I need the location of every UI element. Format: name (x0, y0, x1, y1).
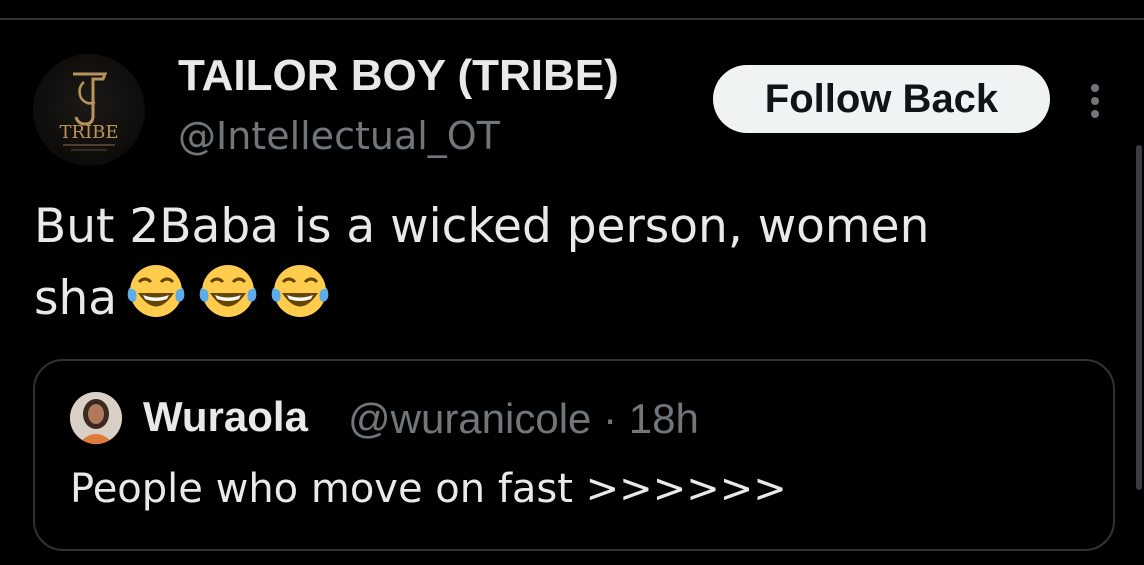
quoted-post-timestamp[interactable]: 18h (629, 395, 699, 442)
quoted-author-display-name[interactable]: Wuraola (143, 389, 308, 445)
post-text-line-1: But 2Baba is a wicked person, women (34, 199, 930, 254)
meta-separator: · (603, 395, 618, 442)
emoji-row (123, 260, 339, 340)
quoted-author-avatar[interactable] (70, 392, 122, 444)
post-text-line-2: sha (34, 271, 118, 326)
quoted-author-handle[interactable]: @wuranicole (348, 395, 591, 442)
author-handle[interactable]: @Intellectual_OT (178, 112, 500, 160)
face-with-tears-of-joy-emoji (271, 265, 329, 317)
top-divider (0, 18, 1144, 20)
more-options-button[interactable] (1078, 78, 1112, 124)
tribe-logo: TRIBE (59, 72, 119, 151)
author-avatar[interactable]: TRIBE (33, 54, 145, 166)
quoted-avatar-photo (70, 392, 122, 444)
scrollbar[interactable] (1136, 145, 1142, 490)
face-with-tears-of-joy-emoji (127, 265, 185, 317)
follow-back-button[interactable]: Follow Back (713, 65, 1050, 133)
quoted-post-meta: @wuranicole · 18h (348, 391, 699, 447)
face-with-tears-of-joy-emoji (199, 265, 257, 317)
quoted-post-card[interactable]: Wuraola @wuranicole · 18h People who mov… (33, 359, 1115, 551)
quoted-post-text: People who move on fast >>>>>> (70, 466, 787, 512)
post-text: But 2Baba is a wicked person, women sha (34, 194, 1104, 340)
avatar-logo-text: TRIBE (59, 122, 118, 143)
author-display-name[interactable]: TAILOR BOY (TRIBE) (178, 50, 619, 102)
post-text-line-2-wrap: sha (34, 260, 1104, 340)
more-vertical-icon (1091, 84, 1099, 118)
